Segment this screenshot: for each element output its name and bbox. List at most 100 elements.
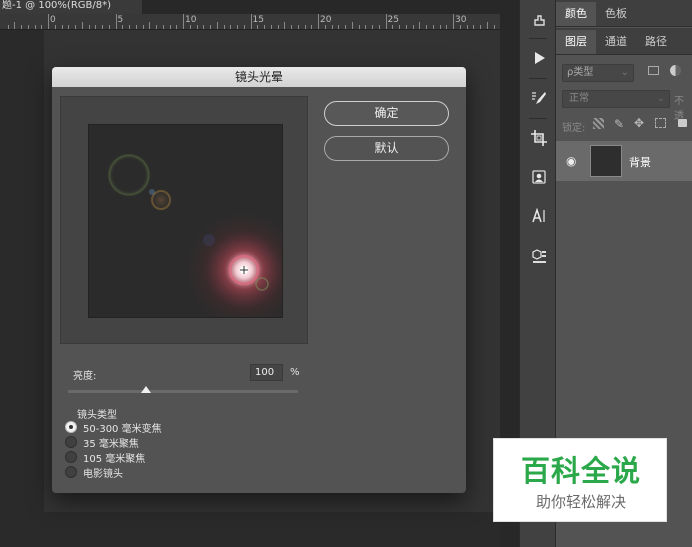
lock-position-icon[interactable]: ✥: [634, 116, 644, 130]
watermark-subtitle: 助你轻松解决: [535, 493, 626, 511]
ruler-tick: [149, 22, 151, 29]
ruler-tick: [34, 25, 36, 29]
ruler-tick: [493, 25, 495, 29]
blend-row: 正常 ⌄ 不透: [556, 89, 692, 122]
brightness-input[interactable]: 100: [250, 364, 283, 381]
ruler-tick: [142, 25, 144, 29]
toolbar-divider: [529, 118, 547, 119]
watermark-title: 百科全说: [520, 454, 641, 488]
layer-filter-select[interactable]: ρ类型 ⌄: [562, 64, 634, 82]
ruler-tick: [183, 14, 184, 29]
ruler-tick: [162, 25, 164, 29]
type-icon[interactable]: [520, 201, 557, 231]
lock-artboard-icon[interactable]: [655, 118, 666, 128]
lock-label: 锁定:: [562, 123, 586, 134]
ruler-tick: [223, 25, 225, 29]
ruler-tick: [122, 25, 124, 29]
ruler-tick: [473, 25, 475, 29]
tab-swatches[interactable]: 色板: [596, 2, 636, 26]
ruler-tick: [81, 22, 83, 29]
brightness-slider-thumb[interactable]: [140, 386, 151, 393]
radio-selected[interactable]: [65, 421, 77, 433]
preview-frame: [60, 96, 308, 344]
ruler-tick: [54, 25, 56, 29]
flare-preview[interactable]: [88, 124, 283, 318]
dialog-title: 镜头光晕: [52, 67, 466, 87]
tab-channels[interactable]: 通道: [596, 30, 636, 54]
brightness-unit: %: [290, 367, 300, 378]
adjustment-filter-icon[interactable]: [670, 65, 681, 76]
ruler-tick: [203, 25, 205, 29]
ruler-tick: [392, 25, 394, 29]
layer-panel-tabs: 图层 通道 路径: [556, 28, 692, 55]
ruler-tick: [459, 25, 461, 29]
lock-all-icon[interactable]: [678, 119, 687, 127]
lens-option-35[interactable]: 35 毫米聚焦: [65, 435, 139, 450]
ruler-number: 30: [455, 15, 467, 25]
image-filter-icon[interactable]: [648, 66, 659, 75]
ruler-tick: [68, 25, 70, 29]
layer-name: 背景: [629, 156, 651, 169]
ruler-tick: [324, 25, 326, 29]
history-brush-icon[interactable]: [520, 5, 557, 35]
ruler-tick: [432, 25, 434, 29]
ruler-tick: [405, 25, 407, 29]
ruler-tick: [135, 25, 137, 29]
ruler-tick: [176, 25, 178, 29]
ruler-tick: [426, 25, 427, 29]
lock-transparent-icon[interactable]: [593, 118, 604, 129]
ruler-tick: [41, 25, 43, 29]
radio-unselected[interactable]: [65, 436, 77, 448]
ruler-number: 25: [387, 15, 399, 25]
default-button[interactable]: 默认: [324, 136, 449, 161]
document-tab[interactable]: 题-1 @ 100%(RGB/8*): [0, 0, 142, 14]
brush-settings-icon[interactable]: [520, 83, 557, 113]
ruler-tick: [88, 25, 90, 29]
ruler-tick: [48, 14, 49, 29]
layer-filter-row: ρ类型 ⌄: [556, 62, 692, 84]
lens-option-label: 35 毫米聚焦: [83, 438, 139, 450]
lock-paint-icon[interactable]: ✎: [614, 117, 624, 131]
ok-button[interactable]: 确定: [324, 101, 449, 126]
radio-unselected[interactable]: [65, 466, 77, 478]
brightness-slider-track[interactable]: [68, 390, 298, 393]
ruler-tick: [250, 14, 252, 29]
ruler-tick: [115, 14, 117, 29]
lens-option-movie[interactable]: 电影镜头: [65, 465, 123, 480]
chevron-down-icon: ⌄: [620, 67, 629, 78]
lens-option-50-300[interactable]: 50-300 毫米变焦: [65, 420, 162, 435]
ruler-tick: [486, 22, 488, 29]
lens-flare-dialog: 镜头光晕 确定 默认 亮度: 100 % 镜头类型 50-300 毫米变焦 35…: [52, 67, 466, 493]
ruler-number: 15: [252, 15, 264, 25]
eye-icon[interactable]: ◉: [566, 154, 576, 168]
horizontal-ruler[interactable]: 0 5 10 15 20 25 30: [0, 14, 500, 30]
radio-unselected[interactable]: [65, 451, 77, 463]
chevron-down-icon: ⌄: [656, 93, 665, 104]
layer-row[interactable]: ◉ 背景: [556, 141, 692, 181]
ruler-tick: [351, 22, 353, 29]
play-action-icon[interactable]: [520, 43, 557, 73]
ruler-tick: [297, 25, 299, 29]
ruler-tick: [27, 25, 29, 29]
ruler-tick: [345, 25, 346, 29]
crop-icon[interactable]: [520, 123, 557, 153]
ruler-tick: [102, 25, 103, 29]
ruler-tick: [378, 25, 380, 29]
stamp-icon[interactable]: [520, 162, 557, 192]
ruler-tick: [412, 25, 414, 29]
ruler-tick: [446, 25, 448, 29]
ruler-number: 5: [117, 15, 124, 25]
toolbar-divider: [529, 38, 547, 39]
tab-color[interactable]: 颜色: [556, 2, 596, 26]
ruler-tick: [338, 25, 340, 29]
tab-paths[interactable]: 路径: [636, 30, 676, 54]
ruler-tick: [291, 25, 292, 29]
filter-label: ρ类型: [567, 67, 594, 78]
blend-mode-select[interactable]: 正常 ⌄: [562, 90, 670, 108]
ruler-tick: [216, 22, 218, 29]
ruler-tick: [439, 25, 441, 29]
lens-option-105[interactable]: 105 毫米聚焦: [65, 450, 145, 465]
ruler-tick: [196, 25, 198, 29]
3d-material-icon[interactable]: [520, 240, 557, 270]
tab-layers[interactable]: 图层: [556, 30, 596, 54]
